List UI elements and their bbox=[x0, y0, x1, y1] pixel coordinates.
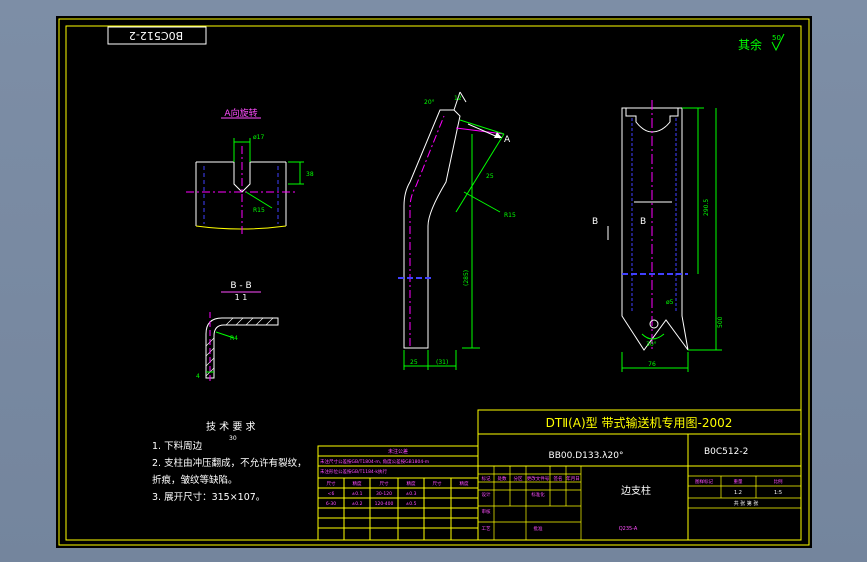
dim-side-len: (285) bbox=[463, 270, 470, 286]
dim-a-radius: R15 bbox=[253, 207, 265, 214]
front-view-geometry bbox=[621, 100, 689, 352]
part-name: 边支柱 bbox=[621, 484, 651, 497]
view-a-title: A向旋转 bbox=[224, 107, 257, 119]
tol-h0: 尺寸 bbox=[327, 480, 336, 487]
section-bb-dims: R4 4 bbox=[196, 331, 238, 380]
notes-item-3: 折痕，皱纹等缺陷。 bbox=[152, 474, 238, 486]
main-title: DTⅡ(A)型 带式输送机专用图-2002 bbox=[546, 415, 733, 430]
drawing-canvas: B0C512-2 其余 50 A向旋转 ø17 38 R15 B - B 1 1… bbox=[58, 18, 810, 546]
notes-item-2: 2. 支柱由冲压翻成，不允许有裂纹， bbox=[152, 457, 307, 469]
tb-h0: 标记 bbox=[482, 475, 491, 482]
arrow-a-label: A bbox=[504, 135, 511, 145]
tol-r0c1: ±0.1 bbox=[352, 491, 363, 497]
section-mark-right: B bbox=[640, 217, 646, 227]
side-view-geometry bbox=[398, 91, 505, 349]
tb-h2: 分区 bbox=[514, 475, 523, 482]
notes-title: 技 术 要 求 bbox=[206, 420, 256, 433]
tol-h5: 精度 bbox=[460, 480, 469, 487]
tol-r1c0: 6-30 bbox=[326, 501, 336, 507]
drawing-sheet[interactable]: B0C512-2 其余 50 A向旋转 ø17 38 R15 B - B 1 1… bbox=[56, 16, 812, 548]
tolerance-row2: 未注形位公差按GB/T1184-k执行 bbox=[320, 468, 388, 475]
view-a-dims: ø17 38 R15 bbox=[233, 134, 314, 214]
dim-a-width: ø17 bbox=[253, 134, 264, 141]
dim-front-angle: 30° bbox=[646, 341, 657, 348]
tb-role-approve: 批准 bbox=[534, 525, 543, 532]
section-bb-cut-marks: B B bbox=[592, 217, 646, 240]
tb-role-review: 审核 bbox=[482, 508, 491, 515]
notes-item-1: 1. 下料周边 bbox=[152, 440, 203, 452]
tol-r1c2: 120-400 bbox=[375, 501, 394, 507]
title-block: DTⅡ(A)型 带式输送机专用图-2002 BB00.D133.λ20° B0C… bbox=[477, 409, 802, 541]
tb-h1: 处数 bbox=[498, 475, 507, 482]
tb-role-craft: 工艺 bbox=[482, 526, 491, 532]
tb-scale: 1:5 bbox=[774, 490, 782, 496]
tol-r1c1: ±0.2 bbox=[352, 501, 363, 507]
technical-notes: 技 术 要 求 1. 下料周边 2. 支柱由冲压翻成，不允许有裂纹， 折痕，皱纹… bbox=[152, 420, 307, 503]
tol-r0c3: ±0.3 bbox=[406, 491, 417, 497]
dim-side-top: 12 bbox=[454, 95, 462, 102]
code-left: BB00.D133.λ20° bbox=[549, 451, 624, 461]
dim-side-angle: 20° bbox=[424, 99, 435, 106]
material-label: Q235-A bbox=[619, 526, 638, 532]
roughness-value: 50 bbox=[772, 34, 781, 42]
tb-h4: 签名 bbox=[554, 475, 563, 482]
tb-weight: 1.2 bbox=[734, 490, 742, 496]
section-bb-profile bbox=[205, 312, 279, 382]
tol-h1: 精度 bbox=[353, 480, 362, 487]
dim-front-width: 76 bbox=[648, 361, 656, 368]
tb-sheet: 共 张 第 张 bbox=[734, 500, 759, 507]
tb-ratio: 比例 bbox=[774, 478, 783, 485]
code-right: B0C512-2 bbox=[704, 447, 748, 457]
arrow-a-marker: A bbox=[467, 123, 511, 145]
tol-h4: 尺寸 bbox=[433, 480, 442, 487]
tolerance-table: 未注公差 未注尺寸公差按GB/T1804-m, 角度公差按GB1804-m 未注… bbox=[317, 445, 479, 541]
section-bb-title: B - B bbox=[230, 281, 251, 291]
section-mark-left: B bbox=[592, 217, 598, 227]
dim-s-thick: 4 bbox=[196, 373, 200, 380]
tol-r1c3: ±0.5 bbox=[406, 501, 417, 507]
dim-a-height: 38 bbox=[306, 171, 314, 178]
tb-stage: 图样标记 bbox=[695, 478, 713, 485]
view-a-geometry bbox=[186, 146, 296, 236]
roughness-symbol: 50 bbox=[771, 33, 785, 52]
tb-role-design: 设计 bbox=[482, 491, 491, 498]
dim-side-bottom-a: 25 bbox=[410, 359, 418, 366]
cad-viewport[interactable]: B0C512-2 其余 50 A向旋转 ø17 38 R15 B - B 1 1… bbox=[0, 0, 867, 562]
section-bb-sub: 1 1 bbox=[235, 293, 248, 302]
dim-front-slot: ø5 bbox=[666, 299, 674, 306]
dim-side-slot: 25 bbox=[486, 173, 494, 180]
tb-role-std: 标准化 bbox=[531, 491, 545, 498]
dim-side-r: R15 bbox=[504, 212, 516, 219]
tb-mass: 重量 bbox=[734, 478, 743, 485]
tolerance-title: 未注公差 bbox=[388, 448, 408, 455]
tol-r0c0: <6 bbox=[328, 491, 335, 497]
front-view-dims: 290.5 500 76 ø5 30° bbox=[621, 107, 724, 372]
dim-side-bottom-b: (31) bbox=[436, 359, 448, 366]
notes-item-4: 3. 展开尺寸：315×107。 bbox=[152, 491, 265, 503]
mirrored-title: B0C512-2 bbox=[129, 29, 183, 42]
tol-r0c2: 30-120 bbox=[376, 491, 392, 497]
notes-roughness: 30 bbox=[229, 435, 237, 442]
tb-h3: 更改文件号 bbox=[527, 475, 550, 482]
tol-h2: 尺寸 bbox=[380, 480, 389, 487]
dim-front-h1: 290.5 bbox=[703, 199, 710, 216]
tb-h5: 年月日 bbox=[566, 475, 580, 482]
roughness-label: 其余 bbox=[738, 37, 762, 52]
tol-h3: 精度 bbox=[407, 480, 416, 487]
tolerance-row1: 未注尺寸公差按GB/T1804-m, 角度公差按GB1804-m bbox=[320, 458, 429, 465]
dim-s-radius: R4 bbox=[230, 335, 238, 342]
dim-front-h2: 500 bbox=[717, 316, 724, 328]
